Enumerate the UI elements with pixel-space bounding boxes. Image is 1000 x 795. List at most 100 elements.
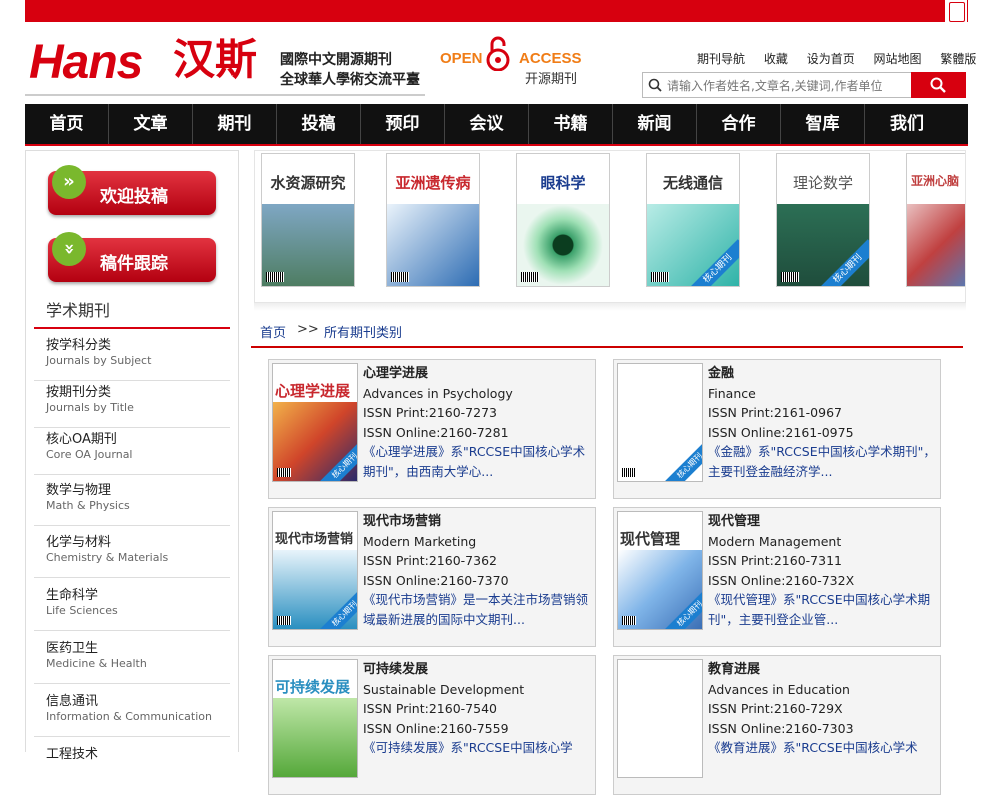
journal-description[interactable]: 《心理学进展》系"RCCSE中国核心学术期刊"，由西南大学心... bbox=[363, 442, 593, 481]
oa-access-text: ACCESS bbox=[519, 50, 582, 67]
journal-title-en: Advances in Education bbox=[708, 681, 850, 697]
journal-title[interactable]: 教育进展 bbox=[708, 660, 938, 680]
sidebar-item-math-physics[interactable]: 数学与物理 Math & Physics bbox=[34, 476, 230, 526]
journal-cover[interactable]: 心理学进展 核心期刊 bbox=[272, 363, 358, 482]
nav-preprint[interactable]: 预印 bbox=[361, 104, 445, 144]
journal-info: 现代市场营销 Modern Marketing ISSN Print:2160-… bbox=[363, 512, 593, 630]
nav-news[interactable]: 新闻 bbox=[613, 104, 697, 144]
search-button[interactable] bbox=[911, 72, 966, 98]
category-cn: 数学与物理 bbox=[46, 483, 112, 498]
sidebar-item-core-oa[interactable]: 核心OA期刊 Core OA Journal bbox=[34, 425, 230, 475]
issn-online: ISSN Online:2161-0975 bbox=[708, 424, 854, 440]
logo-en[interactable]: Hans bbox=[29, 38, 143, 88]
link-sitemap[interactable]: 网站地图 bbox=[874, 52, 922, 66]
carousel-cover[interactable]: 亚洲遗传病 bbox=[386, 153, 480, 287]
journal-card[interactable]: 教育进展 教育进展 Advances in Education ISSN Pri… bbox=[613, 655, 941, 795]
journal-card[interactable]: 心理学进展 核心期刊 心理学进展 Advances in Psychology … bbox=[268, 359, 596, 499]
breadcrumb-current[interactable]: 所有期刊类别 bbox=[324, 322, 402, 341]
category-cn: 按期刊分类 bbox=[46, 385, 112, 400]
barcode bbox=[391, 272, 409, 282]
nav-cooperation[interactable]: 合作 bbox=[697, 104, 781, 144]
sidebar-item-by-subject[interactable]: 按学科分类 Journals by Subject bbox=[34, 331, 230, 381]
breadcrumb-home[interactable]: 首页 bbox=[260, 322, 286, 341]
search-input[interactable] bbox=[665, 75, 914, 97]
journal-title-en: Advances in Psychology bbox=[363, 385, 513, 401]
nav-submit[interactable]: 投稿 bbox=[277, 104, 361, 144]
nav-home[interactable]: 首页 bbox=[25, 104, 109, 144]
issn-online: ISSN Online:2160-7303 bbox=[708, 720, 854, 736]
link-traditional[interactable]: 繁體版 bbox=[940, 52, 976, 66]
logo-divider bbox=[25, 94, 425, 96]
journal-title[interactable]: 现代管理 bbox=[708, 512, 938, 532]
track-manuscript-button[interactable]: » 稿件跟踪 bbox=[48, 232, 216, 282]
category-en: Journals by Title bbox=[46, 401, 134, 414]
carousel-cover[interactable]: 无线通信 核心期刊 bbox=[646, 153, 740, 287]
cover-title: 金融 bbox=[620, 382, 651, 400]
sidebar: » 欢迎投稿 » 稿件跟踪 学术期刊 按学科分类 Journals by Sub… bbox=[25, 150, 239, 762]
journal-title-en: Finance bbox=[708, 385, 756, 401]
search-button-icon bbox=[930, 77, 946, 93]
sidebar-item-by-title[interactable]: 按期刊分类 Journals by Title bbox=[34, 378, 230, 428]
mobile-icon[interactable] bbox=[943, 0, 967, 22]
journal-card[interactable]: 现代管理 核心期刊 现代管理 Modern Management ISSN Pr… bbox=[613, 507, 941, 647]
journal-cover[interactable]: 教育进展 bbox=[617, 659, 703, 778]
sidebar-item-engineering[interactable]: 工程技术 bbox=[34, 740, 230, 790]
category-cn: 工程技术 bbox=[46, 747, 99, 762]
journal-title[interactable]: 现代市场营销 bbox=[363, 512, 593, 532]
category-cn: 核心OA期刊 bbox=[46, 432, 117, 447]
carousel-cover[interactable]: 亚洲心脑 bbox=[906, 153, 965, 287]
issn-print: ISSN Print:2161-0967 bbox=[708, 405, 842, 421]
sidebar-item-chemistry[interactable]: 化学与材料 Chemistry & Materials bbox=[34, 528, 230, 578]
category-cn: 信息通讯 bbox=[46, 694, 99, 709]
link-favorite[interactable]: 收藏 bbox=[764, 52, 788, 66]
carousel-cover[interactable]: 眼科学 bbox=[516, 153, 610, 287]
journal-title-en: Modern Marketing bbox=[363, 533, 477, 549]
journal-cover[interactable]: 现代管理 核心期刊 bbox=[617, 511, 703, 630]
nav-conferences[interactable]: 会议 bbox=[445, 104, 529, 144]
category-en: Journals by Subject bbox=[46, 354, 152, 367]
journal-card[interactable]: 可持续发展 可持续发展 Sustainable Development ISSN… bbox=[268, 655, 596, 795]
link-journal-nav[interactable]: 期刊导航 bbox=[697, 52, 745, 66]
nav-articles[interactable]: 文章 bbox=[109, 104, 193, 144]
carousel-cover[interactable]: 水资源研究 bbox=[261, 153, 355, 287]
search-box bbox=[642, 72, 966, 98]
journal-description[interactable]: 《可持续发展》系"RCCSE中国核心学 bbox=[363, 738, 593, 758]
issn-print: ISSN Print:2160-7311 bbox=[708, 553, 842, 569]
nav-think-tank[interactable]: 智库 bbox=[781, 104, 865, 144]
journal-title[interactable]: 金融 bbox=[708, 364, 938, 384]
journal-card[interactable]: 现代市场营销 核心期刊 现代市场营销 Modern Marketing ISSN… bbox=[268, 507, 596, 647]
slogan-line-2: 全球華人學術交流平臺 bbox=[280, 72, 420, 88]
double-arrow-down-icon: » bbox=[52, 232, 86, 266]
journal-description[interactable]: 《金融》系"RCCSE中国核心学术期刊"，主要刊登金融经济学... bbox=[708, 442, 938, 481]
journal-title[interactable]: 可持续发展 bbox=[363, 660, 593, 680]
nav-journals[interactable]: 期刊 bbox=[193, 104, 277, 144]
breadcrumb-separator: >> bbox=[297, 322, 319, 337]
nav-books[interactable]: 书籍 bbox=[529, 104, 613, 144]
journal-description[interactable]: 《现代管理》系"RCCSE中国核心学术期刊"，主要刊登企业管... bbox=[708, 590, 938, 629]
journal-cover[interactable]: 金融 核心期刊 bbox=[617, 363, 703, 482]
cover-title: 水资源研究 bbox=[270, 174, 346, 192]
issn-online: ISSN Online:2160-7281 bbox=[363, 424, 509, 440]
category-en: Life Sciences bbox=[46, 604, 118, 617]
link-set-homepage[interactable]: 设为首页 bbox=[807, 52, 855, 66]
journal-description[interactable]: 《现代市场营销》是一本关注市场营销领域最新进展的国际中文期刊... bbox=[363, 590, 593, 629]
cover-title: 亚洲心脑 bbox=[911, 174, 960, 188]
submit-manuscript-label: 欢迎投稿 bbox=[100, 187, 168, 207]
sidebar-item-information[interactable]: 信息通讯 Information & Communication bbox=[34, 687, 230, 737]
journal-card[interactable]: 金融 核心期刊 金融 Finance ISSN Print:2161-0967 … bbox=[613, 359, 941, 499]
submit-manuscript-button[interactable]: » 欢迎投稿 bbox=[48, 165, 216, 215]
carousel-cover[interactable]: 理论数学 核心期刊 bbox=[776, 153, 870, 287]
sidebar-item-life-sciences[interactable]: 生命科学 Life Sciences bbox=[34, 581, 230, 631]
journal-info: 金融 Finance ISSN Print:2161-0967 ISSN Onl… bbox=[708, 364, 938, 482]
journal-info: 现代管理 Modern Management ISSN Print:2160-7… bbox=[708, 512, 938, 630]
journal-cover[interactable]: 可持续发展 bbox=[272, 659, 358, 778]
core-journal-ribbon: 核心期刊 bbox=[663, 439, 702, 481]
journal-cover[interactable]: 现代市场营销 核心期刊 bbox=[272, 511, 358, 630]
top-bar bbox=[25, 0, 968, 22]
journal-info: 心理学进展 Advances in Psychology ISSN Print:… bbox=[363, 364, 593, 482]
journal-description[interactable]: 《教育进展》系"RCCSE中国核心学术 bbox=[708, 738, 938, 758]
logo-cn[interactable]: 汉斯 bbox=[173, 34, 257, 86]
nav-about[interactable]: 我们 bbox=[865, 104, 949, 144]
journal-title[interactable]: 心理学进展 bbox=[363, 364, 593, 384]
sidebar-item-medicine[interactable]: 医药卫生 Medicine & Health bbox=[34, 634, 230, 684]
